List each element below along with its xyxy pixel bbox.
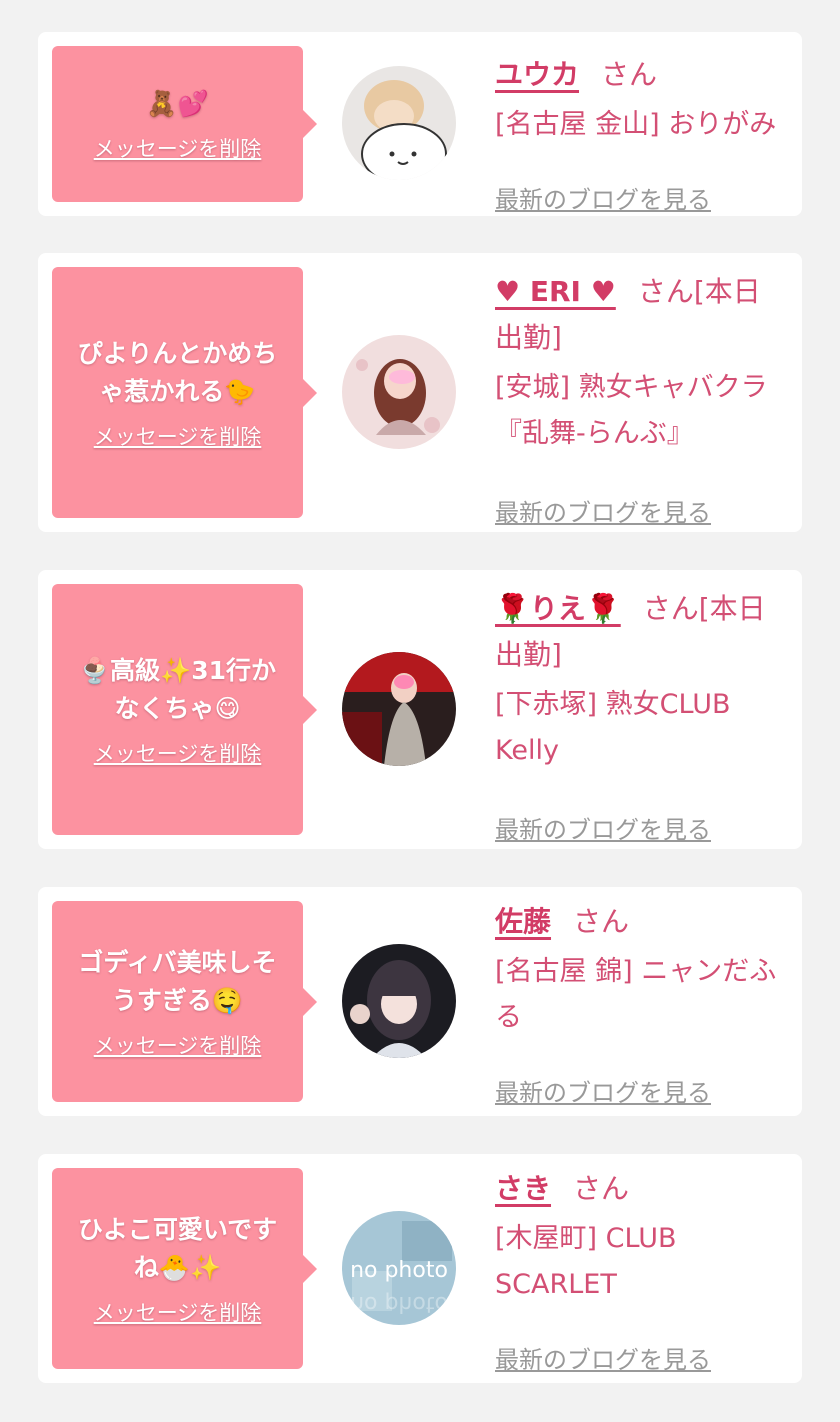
latest-blog-link[interactable]: 最新のブログを見る [495,1073,711,1108]
honorific: さん [642,592,699,625]
user-name-link[interactable]: 🌹りえ🌹 [495,592,621,625]
woman-bangs-photo-icon [342,944,456,1058]
message-text: 🧸💕 [146,89,209,118]
message-bubble: 🍨高級✨31行かなくちゃ😋 メッセージを削除 [52,584,317,835]
avatar[interactable] [342,944,456,1058]
user-name-link[interactable]: ユウカ [495,58,579,91]
message-bubble: 🧸💕 メッセージを削除 [52,46,317,202]
honorific: さん [573,1172,630,1205]
message-text: 🍨高級✨31行かなくちゃ😋 [78,655,277,723]
latest-blog-link[interactable]: 最新のブログを見る [495,810,711,845]
card-info: 🌹りえ🌹 さん[本日出勤] [下赤塚] 熟女CLUB Kelly 最新のブログを見… [495,586,788,844]
delete-message-link[interactable]: メッセージを削除 [94,133,262,163]
svg-text:no photo: no photo [350,1291,448,1316]
message-bubble: ひよこ可愛いですね🐣✨ メッセージを削除 [52,1168,317,1369]
message-bubble: ゴディバ美味しそうすぎる🤤 メッセージを削除 [52,901,317,1102]
message-card: ゴディバ美味しそうすぎる🤤 メッセージを削除 佐藤 さん [名古屋 錦] ニャンだ… [38,887,802,1116]
avatar[interactable]: no photo no photo [342,1211,456,1325]
card-info: 佐藤 さん [名古屋 錦] ニャンだふる 最新のブログを見る [495,899,788,1107]
delete-message-link[interactable]: メッセージを削除 [94,421,262,451]
message-card: 🍨高級✨31行かなくちゃ😋 メッセージを削除 🌹りえ🌹 さん[本日出勤] [下赤塚… [38,570,802,849]
shop-name: [下赤塚] 熟女CLUB Kelly [495,689,731,766]
woman-photo-icon [342,335,456,449]
latest-blog-link[interactable]: 最新のブログを見る [495,493,711,528]
delete-message-link[interactable]: メッセージを削除 [94,1297,262,1327]
user-name-link[interactable]: ♥ ERI ♥ [495,275,616,308]
message-card: ぴよりんとかめちゃ惹かれる🐤 メッセージを削除 ♥ ERI ♥ さん[本日出勤] … [38,253,802,532]
avatar[interactable] [342,66,456,180]
delete-message-link[interactable]: メッセージを削除 [94,738,262,768]
white-bear-photo-icon [342,66,456,180]
latest-blog-link[interactable]: 最新のブログを見る [495,1340,711,1375]
honorific: さん [601,58,658,91]
shop-name: [木屋町] CLUB SCARLET [495,1223,677,1300]
message-text: ひよこ可愛いですね🐣✨ [77,1214,278,1282]
user-name-link[interactable]: さき [495,1172,551,1205]
latest-blog-link[interactable]: 最新のブログを見る [495,180,711,215]
woman-dress-photo-icon [342,652,456,766]
avatar[interactable] [342,335,456,449]
shop-name: [名古屋 錦] ニャンだふる [495,956,777,1033]
delete-message-link[interactable]: メッセージを削除 [94,1030,262,1060]
card-info: さき さん [木屋町] CLUB SCARLET 最新のブログを見る [495,1166,788,1374]
no-photo-placeholder-icon: no photo no photo [342,1211,456,1325]
card-info: ♥ ERI ♥ さん[本日出勤] [安城] 熟女キャバクラ『乱舞-らんぶ』 最新の… [495,269,788,527]
honorific: さん [573,905,630,938]
shop-name: [安城] 熟女キャバクラ『乱舞-らんぶ』 [495,372,768,449]
user-name-link[interactable]: 佐藤 [495,905,551,938]
card-info: ユウカ さん [名古屋 金山] おりがみ 最新のブログを見る [495,52,788,214]
shop-name: [名古屋 金山] おりがみ [495,109,777,140]
message-list: 🧸💕 メッセージを削除 ユウカ さん [名古屋 金山] おりがみ 最新のブログを見… [0,0,840,1422]
message-bubble: ぴよりんとかめちゃ惹かれる🐤 メッセージを削除 [52,267,317,518]
avatar[interactable] [342,652,456,766]
message-card: ひよこ可愛いですね🐣✨ メッセージを削除 no photo no photo さ… [38,1154,802,1383]
message-text: ゴディバ美味しそうすぎる🤤 [78,947,277,1015]
message-card: 🧸💕 メッセージを削除 ユウカ さん [名古屋 金山] おりがみ 最新のブログを見… [38,32,802,216]
message-text: ぴよりんとかめちゃ惹かれる🐤 [77,338,278,406]
no-photo-label: no photo [350,1258,448,1283]
honorific: さん [637,275,694,308]
